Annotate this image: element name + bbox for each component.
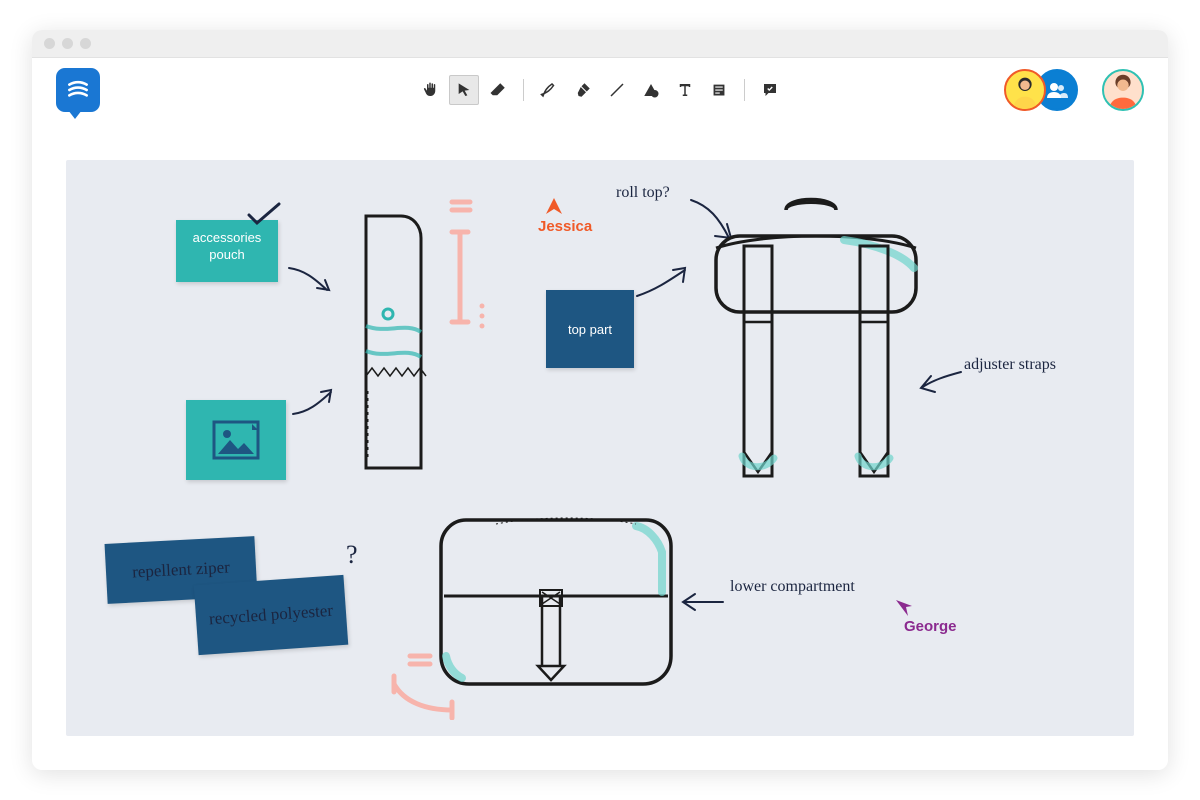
cursor-label-jessica: Jessica xyxy=(538,218,592,235)
titlebar xyxy=(32,30,1168,58)
arrow-sketch xyxy=(284,260,334,300)
highlighter-tool[interactable] xyxy=(568,75,598,105)
annotation-lower: lower compartment xyxy=(730,578,855,596)
bag-lower-sketch xyxy=(436,490,686,700)
window-dot xyxy=(44,38,55,49)
eraser-tool[interactable] xyxy=(483,75,513,105)
sticky-note-toppart[interactable]: top part xyxy=(546,290,634,368)
note-text: recycled polyester xyxy=(208,601,333,628)
pan-tool[interactable] xyxy=(415,75,445,105)
separator xyxy=(744,79,745,101)
app-window: accessories pouch repellent ziper xyxy=(32,30,1168,770)
window-dot xyxy=(80,38,91,49)
question-mark: ? xyxy=(346,540,358,570)
avatar-user-2[interactable] xyxy=(1102,69,1144,111)
avatar-user-1[interactable] xyxy=(1004,69,1046,111)
pen-tool[interactable] xyxy=(534,75,564,105)
cursor-jessica-icon xyxy=(544,196,564,216)
app-logo[interactable] xyxy=(56,68,100,112)
toolbar xyxy=(415,75,785,105)
separator xyxy=(523,79,524,101)
note-text: accessories pouch xyxy=(193,230,262,262)
note-tool[interactable] xyxy=(704,75,734,105)
arrow-sketch xyxy=(678,590,728,616)
arrow-sketch xyxy=(288,386,338,422)
measure-marks-bottom xyxy=(382,650,462,720)
measure-marks xyxy=(444,196,494,356)
text-tool[interactable] xyxy=(670,75,700,105)
whiteboard-canvas[interactable]: accessories pouch repellent ziper xyxy=(66,160,1134,736)
sticky-note-recycled[interactable]: recycled polyester xyxy=(194,575,349,655)
cursor-label-george: George xyxy=(904,618,957,635)
header xyxy=(32,58,1168,122)
pouch-sketch xyxy=(346,206,436,486)
comment-tool[interactable] xyxy=(755,75,785,105)
arrow-sketch xyxy=(916,364,966,394)
shape-tool[interactable] xyxy=(636,75,666,105)
arrow-sketch xyxy=(632,264,692,304)
checkmark-sketch xyxy=(244,200,284,230)
window-dot xyxy=(62,38,73,49)
backpack-top-sketch xyxy=(686,192,956,522)
presence-avatars xyxy=(1004,69,1144,111)
sticky-note-image[interactable] xyxy=(186,400,286,480)
select-tool[interactable] xyxy=(449,75,479,105)
image-icon xyxy=(212,420,260,460)
annotation-adjuster: adjuster straps xyxy=(964,356,1056,374)
note-text: repellent ziper xyxy=(132,557,231,582)
annotation-rolltop: roll top? xyxy=(616,184,670,202)
line-tool[interactable] xyxy=(602,75,632,105)
note-text: top part xyxy=(568,322,612,337)
cursor-george-icon xyxy=(894,598,912,618)
